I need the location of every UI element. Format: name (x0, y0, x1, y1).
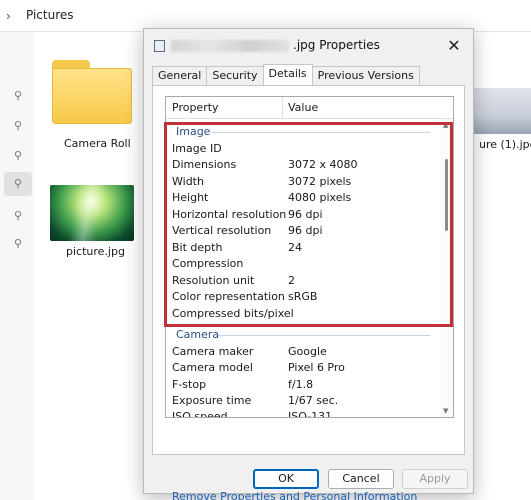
vertical-scrollbar[interactable]: ▲ ▼ (441, 119, 453, 417)
property-row[interactable]: Dimensions 3072 x 4080 (172, 158, 442, 174)
property-name: Bit depth (172, 241, 223, 254)
property-row[interactable]: Bit depth 24 (172, 241, 442, 257)
details-panel: Property Value Image Image ID Dimensions… (152, 85, 465, 500)
property-value: 1/67 sec. (288, 394, 339, 407)
property-name: Horizontal resolution (172, 208, 287, 221)
property-name: Compressed bits/pixel (172, 307, 294, 320)
image-thumbnail-partial[interactable] (474, 88, 531, 134)
tab-details[interactable]: Details (262, 64, 313, 85)
property-name: Image ID (172, 142, 222, 155)
chevron-right-icon[interactable]: › (6, 9, 11, 23)
scroll-down-arrow-icon[interactable]: ▼ (443, 407, 448, 415)
group-divider (212, 132, 430, 133)
pin-icon-selected[interactable]: ⚲ (4, 172, 32, 196)
dialog-title: .jpg Properties (293, 38, 380, 52)
property-name: Vertical resolution (172, 224, 272, 237)
pin-icon[interactable]: ⚲ (14, 90, 26, 102)
property-name: Height (172, 191, 209, 204)
property-row[interactable]: Color representation sRGB (172, 290, 442, 306)
property-value: 3072 pixels (288, 175, 352, 188)
navigation-pane: ⚲ ⚲ ⚲ ⚲ ⚲ ⚲ (0, 32, 34, 500)
scroll-up-arrow-icon[interactable]: ▲ (443, 121, 448, 129)
folder-label[interactable]: Camera Roll (64, 137, 131, 150)
group-heading-image: Image (176, 125, 211, 138)
remove-properties-link[interactable]: Remove Properties and Personal Informati… (172, 490, 417, 500)
property-row[interactable]: Horizontal resolution 96 dpi (172, 208, 442, 224)
cancel-button[interactable]: Cancel (328, 469, 394, 489)
property-name: F-stop (172, 378, 207, 391)
property-value: 4080 pixels (288, 191, 352, 204)
property-value: sRGB (288, 290, 318, 303)
property-row[interactable]: F-stop f/1.8 (172, 378, 442, 394)
properties-dialog: .jpg Properties ✕ General Security Detai… (143, 28, 474, 500)
apply-button[interactable]: Apply (402, 469, 468, 489)
pin-icon[interactable]: ⚲ (14, 150, 26, 162)
property-row[interactable]: Resolution unit 2 (172, 274, 442, 290)
property-value: Pixel 6 Pro (288, 361, 345, 374)
property-row[interactable]: Vertical resolution 96 dpi (172, 224, 442, 240)
folder-icon[interactable] (52, 60, 132, 124)
property-name: Resolution unit (172, 274, 255, 287)
property-row[interactable]: Exposure time 1/67 sec. (172, 394, 442, 410)
address-path[interactable]: Pictures (26, 8, 74, 22)
tab-previous-versions[interactable]: Previous Versions (311, 66, 420, 85)
file-label-partial[interactable]: ure (1).jpg (479, 138, 531, 151)
property-value: 96 dpi (288, 208, 323, 221)
file-icon (154, 40, 165, 52)
column-divider[interactable] (282, 97, 283, 119)
pin-icon[interactable]: ⚲ (14, 210, 26, 222)
property-row[interactable]: Height 4080 pixels (172, 191, 442, 207)
property-row[interactable]: Compression (172, 257, 442, 273)
property-value: f/1.8 (288, 378, 314, 391)
property-name: Exposure time (172, 394, 252, 407)
property-value: 96 dpi (288, 224, 323, 237)
redacted-filename (171, 40, 289, 52)
property-value: 24 (288, 241, 302, 254)
property-row[interactable]: Image ID (172, 142, 442, 158)
tab-security[interactable]: Security (206, 66, 264, 85)
column-header-value[interactable]: Value (288, 101, 318, 114)
property-name: Compression (172, 257, 244, 270)
image-thumbnail[interactable] (50, 185, 134, 241)
file-label[interactable]: picture.jpg (66, 245, 125, 258)
tab-general[interactable]: General (152, 66, 208, 85)
group-heading-camera: Camera (176, 328, 220, 341)
property-row[interactable]: Width 3072 pixels (172, 175, 442, 191)
property-value: 3072 x 4080 (288, 158, 358, 171)
property-name: Camera maker (172, 345, 254, 358)
property-value: 2 (288, 274, 295, 287)
property-list[interactable]: Property Value Image Image ID Dimensions… (165, 96, 454, 418)
property-name: ISO speed (172, 410, 228, 418)
tab-strip: General Security Details Previous Versio… (152, 64, 420, 86)
property-row[interactable]: Compressed bits/pixel (172, 307, 442, 323)
close-button[interactable]: ✕ (441, 33, 467, 57)
property-name: Dimensions (172, 158, 237, 171)
property-name: Camera model (172, 361, 253, 374)
property-row[interactable]: Camera maker Google (172, 345, 442, 361)
group-divider (218, 335, 430, 336)
property-name: Color representation (172, 290, 285, 303)
list-header: Property Value (166, 97, 453, 119)
property-value: Google (288, 345, 327, 358)
property-row[interactable]: ISO speed ISO-131 (172, 410, 442, 418)
pin-icon[interactable]: ⚲ (14, 120, 26, 132)
pin-icon[interactable]: ⚲ (14, 238, 26, 250)
ok-button[interactable]: OK (253, 469, 319, 489)
scrollbar-thumb[interactable] (445, 159, 448, 231)
dialog-titlebar[interactable]: .jpg Properties ✕ (144, 29, 473, 63)
property-name: Width (172, 175, 204, 188)
column-header-property[interactable]: Property (172, 101, 219, 114)
property-value: ISO-131 (288, 410, 333, 418)
property-row[interactable]: Camera model Pixel 6 Pro (172, 361, 442, 377)
